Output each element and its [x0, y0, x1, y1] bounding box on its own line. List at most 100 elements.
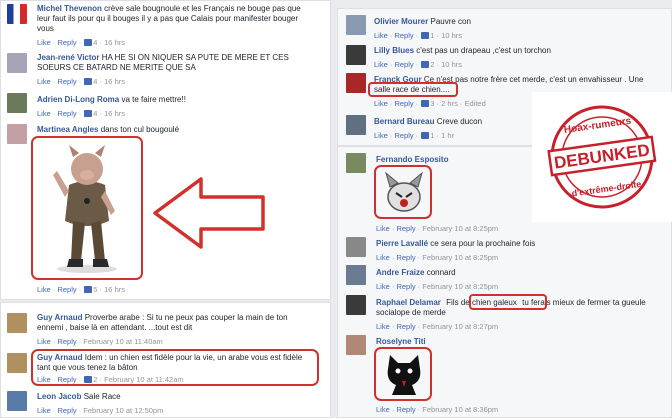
- comment-text-line: salle race de chien....: [374, 85, 450, 94]
- comment-text: Sale Race: [83, 392, 121, 401]
- like-link[interactable]: Like: [37, 109, 51, 118]
- highlight-box-text: [469, 294, 547, 310]
- commenter-name[interactable]: Michel Thevenon: [37, 4, 102, 13]
- commenter-name[interactable]: Guy Arnaud: [37, 313, 82, 322]
- comment-meta: Like · Reply · 4 · 16 hrs: [37, 38, 125, 47]
- comment-text: c'est pas un drapeau ,c'est un torchon: [416, 46, 551, 55]
- comment-text: ce sera pour la prochaine fois: [430, 239, 536, 248]
- comment-text: dans ton cul bougoulé: [100, 125, 180, 134]
- like-link[interactable]: Like: [374, 131, 388, 140]
- like-link[interactable]: Like: [37, 406, 51, 415]
- comment-text-line: SOEURS CE BATARD NE MERITE QUE SA: [37, 63, 196, 72]
- like-link[interactable]: Like: [37, 337, 51, 346]
- like-link[interactable]: Like: [376, 322, 390, 331]
- comment-meta: Like · Reply · February 10 at 8:25pm: [376, 253, 499, 262]
- reply-link[interactable]: Reply: [396, 322, 415, 331]
- like-link[interactable]: Like: [37, 38, 51, 47]
- avatar[interactable]: [7, 353, 27, 373]
- like-link[interactable]: Like: [376, 405, 390, 414]
- avatar[interactable]: [346, 115, 366, 135]
- commenter-name[interactable]: Andre Fraize: [376, 268, 424, 277]
- like-thumb-icon: [84, 78, 93, 85]
- reply-link[interactable]: Reply: [396, 282, 415, 291]
- reply-link[interactable]: Reply: [57, 375, 76, 384]
- comment-text: HA HE SI ON NIQUER SA PUTE DE MERE ET CE…: [101, 53, 289, 62]
- comment-meta: Like · Reply · February 10 at 12:50pm: [37, 406, 164, 415]
- left-bottom-comments-panel: Guy Arnaud Proverbe arabe : Si tu ne peu…: [0, 302, 331, 418]
- avatar[interactable]: [7, 313, 27, 333]
- comment-meta: Like · Reply · February 10 at 8:25pm: [376, 224, 499, 233]
- comment-text: Idem : un chien est fidèle pour la vie, …: [84, 353, 303, 362]
- reply-link[interactable]: Reply: [394, 99, 413, 108]
- comment-meta: Like · Reply · 1 · 10 hrs: [374, 31, 462, 40]
- svg-text:d'extrême-droite: d'extrême-droite: [571, 179, 642, 199]
- reply-link[interactable]: Reply: [396, 405, 415, 414]
- avatar[interactable]: [346, 265, 366, 285]
- reply-link[interactable]: Reply: [57, 285, 76, 294]
- like-thumb-icon: [84, 39, 93, 46]
- reply-link[interactable]: Reply: [57, 77, 76, 86]
- commenter-name[interactable]: Fernando Esposito: [376, 155, 448, 164]
- like-link[interactable]: Like: [37, 375, 51, 384]
- reply-link[interactable]: Reply: [394, 31, 413, 40]
- comment-text: crève sale bougnoule et les Français ne …: [104, 4, 301, 13]
- comment-text: Proverbe arabe : Si tu ne peux pas coupe…: [84, 313, 288, 322]
- reply-link[interactable]: Reply: [57, 109, 76, 118]
- comment-text: Pauvre con: [430, 17, 471, 26]
- reply-link[interactable]: Reply: [394, 131, 413, 140]
- commenter-name[interactable]: Bernard Bureau: [374, 117, 434, 126]
- reply-link[interactable]: Reply: [396, 253, 415, 262]
- comment-meta: Like · Reply · 4 · 16 hrs: [37, 109, 125, 118]
- debunked-stamp-overlay: DEBUNKED Hoax-rumeurs d'extrême-droite: [532, 92, 672, 222]
- comment-meta: Like · Reply · 2 · February 10 at 11:42a…: [37, 375, 184, 384]
- commenter-name[interactable]: Roselyne Titi: [376, 337, 426, 346]
- reply-link[interactable]: Reply: [57, 337, 76, 346]
- comment-meta: Like · Reply · February 10 at 11:40am: [37, 337, 163, 346]
- commenter-name[interactable]: Adrien Di-Long Roma: [37, 95, 119, 104]
- like-thumb-icon: [421, 132, 430, 139]
- comment-text-line: socialope de merde: [376, 308, 446, 317]
- commenter-name[interactable]: Guy Arnaud: [37, 353, 82, 362]
- commenter-name[interactable]: Martinea Angles: [37, 125, 99, 134]
- commenter-name[interactable]: Raphael Delamar: [376, 298, 441, 307]
- like-link[interactable]: Like: [374, 99, 388, 108]
- angry-sticker-image[interactable]: [382, 169, 426, 215]
- avatar-flag[interactable]: [7, 4, 27, 24]
- like-link[interactable]: Like: [374, 60, 388, 69]
- like-link[interactable]: Like: [37, 285, 51, 294]
- black-cat-sticker-image[interactable]: [382, 351, 426, 397]
- commenter-name[interactable]: Pierre Lavallé: [376, 239, 428, 248]
- avatar[interactable]: [346, 15, 366, 35]
- comment-meta: Like · Reply · February 10 at 8:27pm: [376, 322, 499, 331]
- avatar[interactable]: [346, 73, 366, 93]
- like-link[interactable]: Like: [376, 253, 390, 262]
- svg-text:Hoax-rumeurs: Hoax-rumeurs: [563, 116, 632, 136]
- commenter-name[interactable]: Olivier Mourer: [374, 17, 428, 26]
- avatar[interactable]: [346, 45, 366, 65]
- avatar[interactable]: [346, 153, 366, 173]
- avatar[interactable]: [346, 335, 366, 355]
- reply-link[interactable]: Reply: [57, 406, 76, 415]
- like-thumb-icon: [421, 32, 430, 39]
- reply-link[interactable]: Reply: [396, 224, 415, 233]
- like-link[interactable]: Like: [376, 282, 390, 291]
- like-link[interactable]: Like: [37, 77, 51, 86]
- comment-meta: Like · Reply · 3 · 2 hrs · Edited: [374, 99, 486, 108]
- commenter-name[interactable]: Lilly Blues: [374, 46, 414, 55]
- commenter-name[interactable]: Leon Jacob: [37, 392, 81, 401]
- reply-link[interactable]: Reply: [394, 60, 413, 69]
- avatar[interactable]: [346, 237, 366, 257]
- like-link[interactable]: Like: [374, 31, 388, 40]
- reply-link[interactable]: Reply: [57, 38, 76, 47]
- avatar[interactable]: [7, 391, 27, 411]
- pig-soldier-image[interactable]: [39, 141, 135, 273]
- like-link[interactable]: Like: [376, 224, 390, 233]
- avatar[interactable]: [346, 295, 366, 315]
- commenter-name[interactable]: Jean-rené Victor: [37, 53, 100, 62]
- left-top-comments-panel: Michel Thevenon crève sale bougnoule et …: [0, 0, 331, 300]
- avatar[interactable]: [7, 124, 27, 144]
- comment-meta: Like · Reply · 2 · 10 hrs: [374, 60, 462, 69]
- avatar[interactable]: [7, 53, 27, 73]
- avatar[interactable]: [7, 93, 27, 113]
- comment-meta: Like · Reply · 4 · 16 hrs: [37, 77, 125, 86]
